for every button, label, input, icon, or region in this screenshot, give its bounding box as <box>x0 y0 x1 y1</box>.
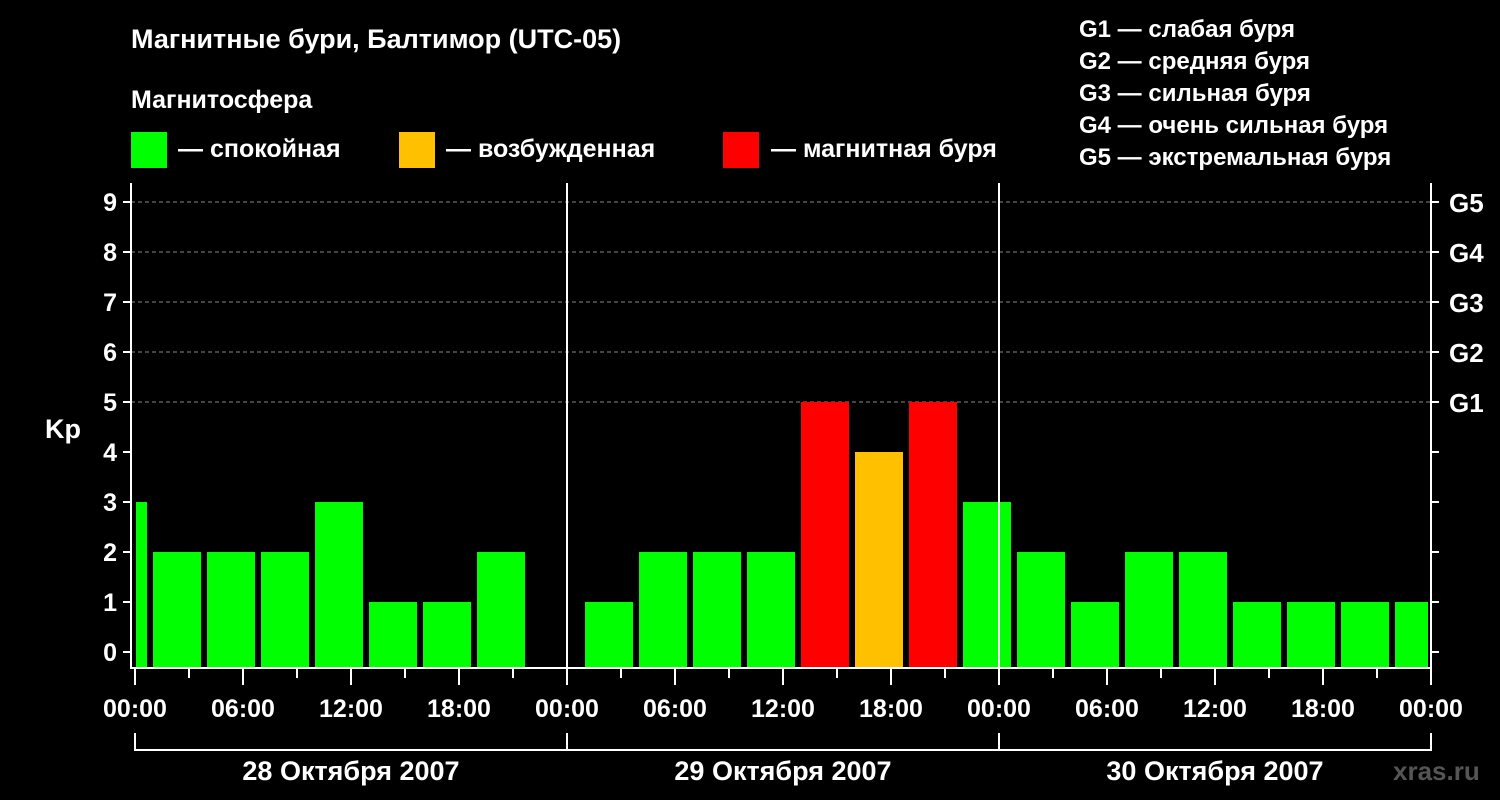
kp-bar <box>423 602 471 668</box>
x-tick-label: 06:00 <box>211 695 275 723</box>
y-tick-label: 1 <box>103 589 117 617</box>
kp-bar <box>477 552 525 668</box>
g-level-label: G2 <box>1449 338 1484 368</box>
x-tick-label: 06:00 <box>1075 695 1139 723</box>
kp-bar <box>153 552 201 668</box>
g-level-label: G5 <box>1449 188 1484 218</box>
kp-bar <box>315 502 363 668</box>
kp-bar <box>207 552 255 668</box>
kp-bar <box>963 502 1011 668</box>
day-label: 30 Октября 2007 <box>1106 756 1323 786</box>
kp-chart: 0 1 2 3 4 5 6 7 8 9 Kp G1 G2 G3 G4 G5 00:00 06:00 12:00 18:… <box>45 183 1484 786</box>
kp-bar <box>855 452 903 668</box>
kp-bar <box>369 602 417 668</box>
y-tick-label: 0 <box>103 639 117 667</box>
g-level-label: G3 <box>1449 288 1484 318</box>
x-tick-label: 00:00 <box>967 695 1031 723</box>
y-tick-label: 3 <box>103 489 117 517</box>
kp-bar <box>639 552 687 668</box>
kp-bar <box>1341 602 1389 668</box>
g-level-label: G1 <box>1449 388 1484 418</box>
kp-bar <box>1287 602 1335 668</box>
x-tick-label: 12:00 <box>751 695 815 723</box>
x-tick-label: 00:00 <box>535 695 599 723</box>
y-tick-label: 7 <box>103 289 117 317</box>
y-axis-label: Kp <box>45 414 81 444</box>
kp-bar <box>747 552 795 668</box>
x-tick-label: 00:00 <box>103 695 167 723</box>
y-tick-label: 2 <box>103 539 117 567</box>
kp-bar <box>693 552 741 668</box>
day-label: 29 Октября 2007 <box>674 756 891 786</box>
day-label: 28 Октября 2007 <box>242 756 459 786</box>
x-tick-label: 18:00 <box>427 695 491 723</box>
x-tick-label: 12:00 <box>1183 695 1247 723</box>
kp-bar <box>1179 552 1227 668</box>
x-tick-label: 18:00 <box>859 695 923 723</box>
kp-bar <box>261 552 309 668</box>
x-tick-label: 00:00 <box>1399 695 1463 723</box>
kp-bar <box>1395 602 1428 668</box>
x-tick-label: 12:00 <box>319 695 383 723</box>
kp-bar <box>585 602 633 668</box>
kp-bar <box>1233 602 1281 668</box>
kp-bar <box>1125 552 1173 668</box>
y-tick-label: 8 <box>103 239 117 267</box>
kp-bar <box>1017 552 1065 668</box>
kp-bar <box>909 402 957 668</box>
y-tick-label: 4 <box>103 439 117 467</box>
kp-bar <box>1071 602 1119 668</box>
kp-bar <box>801 402 849 668</box>
x-tick-label: 18:00 <box>1291 695 1355 723</box>
g-level-label: G4 <box>1449 238 1484 268</box>
kp-bar <box>136 502 147 668</box>
y-tick-label: 5 <box>103 389 117 417</box>
y-tick-label: 6 <box>103 339 117 367</box>
x-tick-label: 06:00 <box>643 695 707 723</box>
y-tick-label: 9 <box>103 189 117 217</box>
